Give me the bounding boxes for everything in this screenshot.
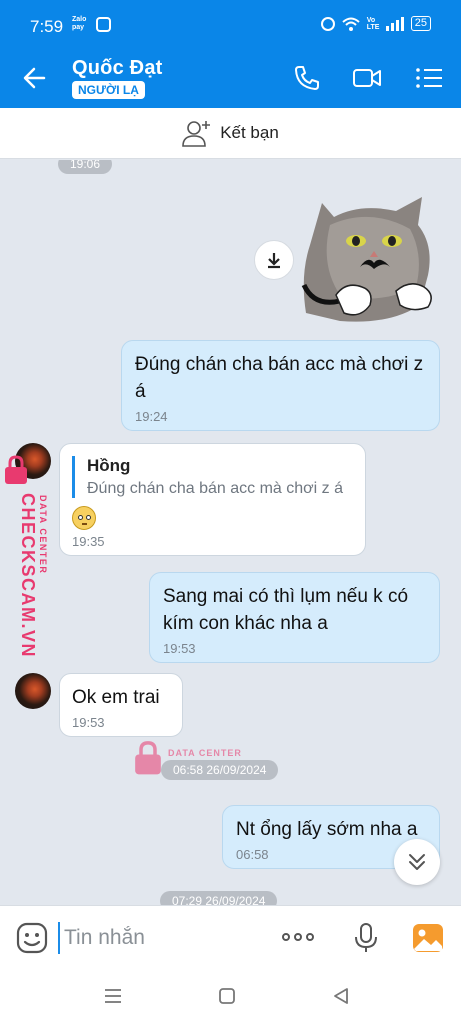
message-time: 19:53: [72, 715, 105, 730]
checkscam-lock-watermark: DATA CENTER: [134, 740, 244, 780]
message-time: 19:53: [163, 641, 196, 656]
wifi-icon: [342, 17, 360, 31]
avatar[interactable]: [15, 673, 51, 709]
signal-icon: [385, 16, 404, 31]
emoji-sticker-icon[interactable]: [16, 922, 48, 954]
watermark-brand: CHECKSCAM.VN: [18, 493, 38, 659]
watermark-caption: DATA CENTER: [38, 495, 48, 575]
stranger-badge: NGƯỜI LẠ: [72, 81, 145, 99]
alarm-icon: [320, 16, 335, 31]
add-friend-button[interactable]: Kết bạn: [0, 108, 461, 159]
quoted-text: Đúng chán cha bán acc mà chơi z á: [87, 480, 343, 497]
message-text: Đúng chán cha bán acc mà chơi z á: [135, 354, 424, 402]
message-bubble-outgoing[interactable]: Đúng chán cha bán acc mà chơi z á 19:24: [121, 340, 440, 431]
time-separator: 19:06: [58, 160, 113, 174]
video-call-icon[interactable]: [352, 63, 382, 93]
lock-logo-icon: [135, 741, 161, 775]
scroll-to-bottom-button[interactable]: [394, 839, 440, 885]
status-time: 7:59: [30, 17, 64, 36]
message-text: Ok em trai: [72, 687, 160, 708]
status-bar: 7:59 Zalo pay Vo LTE 25: [0, 0, 461, 48]
message-text: Nt ổng lấy sớm nha a: [236, 819, 418, 840]
zalo-notification-icon: [96, 17, 111, 32]
time-separator: 07:29 26/09/2024: [160, 891, 278, 905]
add-friend-label: Kết bạn: [220, 123, 279, 142]
chat-header: Quốc Đạt NGƯỜI LẠ: [0, 48, 461, 108]
contact-name[interactable]: Quốc Đạt: [72, 57, 163, 80]
zalopay-icon: Zalo pay: [72, 16, 87, 31]
message-time: 19:24: [135, 409, 168, 424]
system-navigation-bar: [0, 969, 461, 1024]
message-bubble-outgoing[interactable]: Sang mai có thì lụm nếu k có kím con khá…: [149, 572, 440, 663]
message-text: Sang mai có thì lụm nếu k có kím con khá…: [163, 586, 409, 634]
phone-call-icon[interactable]: [292, 63, 322, 93]
home-icon[interactable]: [216, 985, 238, 1007]
back-icon[interactable]: [330, 985, 352, 1007]
message-input[interactable]: [58, 922, 258, 954]
reply-message-bubble[interactable]: Hồng Đúng chán cha bán acc mà chơi z á 1…: [59, 443, 366, 556]
quoted-author: Hồng: [87, 456, 131, 475]
flushed-emoji-icon: [72, 506, 96, 530]
volte-icon: Vo LTE: [366, 16, 380, 31]
back-arrow-icon[interactable]: [18, 62, 52, 94]
message-bubble-incoming[interactable]: Ok em trai 19:53: [59, 673, 183, 737]
image-gallery-icon[interactable]: [412, 923, 444, 953]
download-icon: [268, 253, 280, 269]
cat-sticker[interactable]: [300, 195, 440, 330]
download-button[interactable]: [254, 240, 294, 280]
checkscam-watermark: CHECKSCAM.VN DATA CENTER: [4, 455, 48, 658]
recent-apps-icon[interactable]: [102, 985, 124, 1007]
more-options-icon[interactable]: [282, 933, 314, 941]
quoted-message[interactable]: Hồng Đúng chán cha bán acc mà chơi z á: [72, 456, 353, 498]
microphone-icon[interactable]: [352, 922, 380, 954]
add-friend-icon: [182, 121, 211, 147]
chevron-double-down-icon: [409, 854, 425, 870]
menu-icon[interactable]: [414, 63, 444, 93]
chat-area[interactable]: 19:06 Đúng chán cha bán acc mà chơi z á …: [0, 160, 461, 905]
lock-logo-icon: [5, 455, 27, 484]
watermark-caption: DATA CENTER: [168, 748, 242, 758]
message-composer: [0, 905, 461, 969]
battery-icon: 25: [410, 16, 431, 31]
message-time: 19:35: [72, 534, 105, 549]
